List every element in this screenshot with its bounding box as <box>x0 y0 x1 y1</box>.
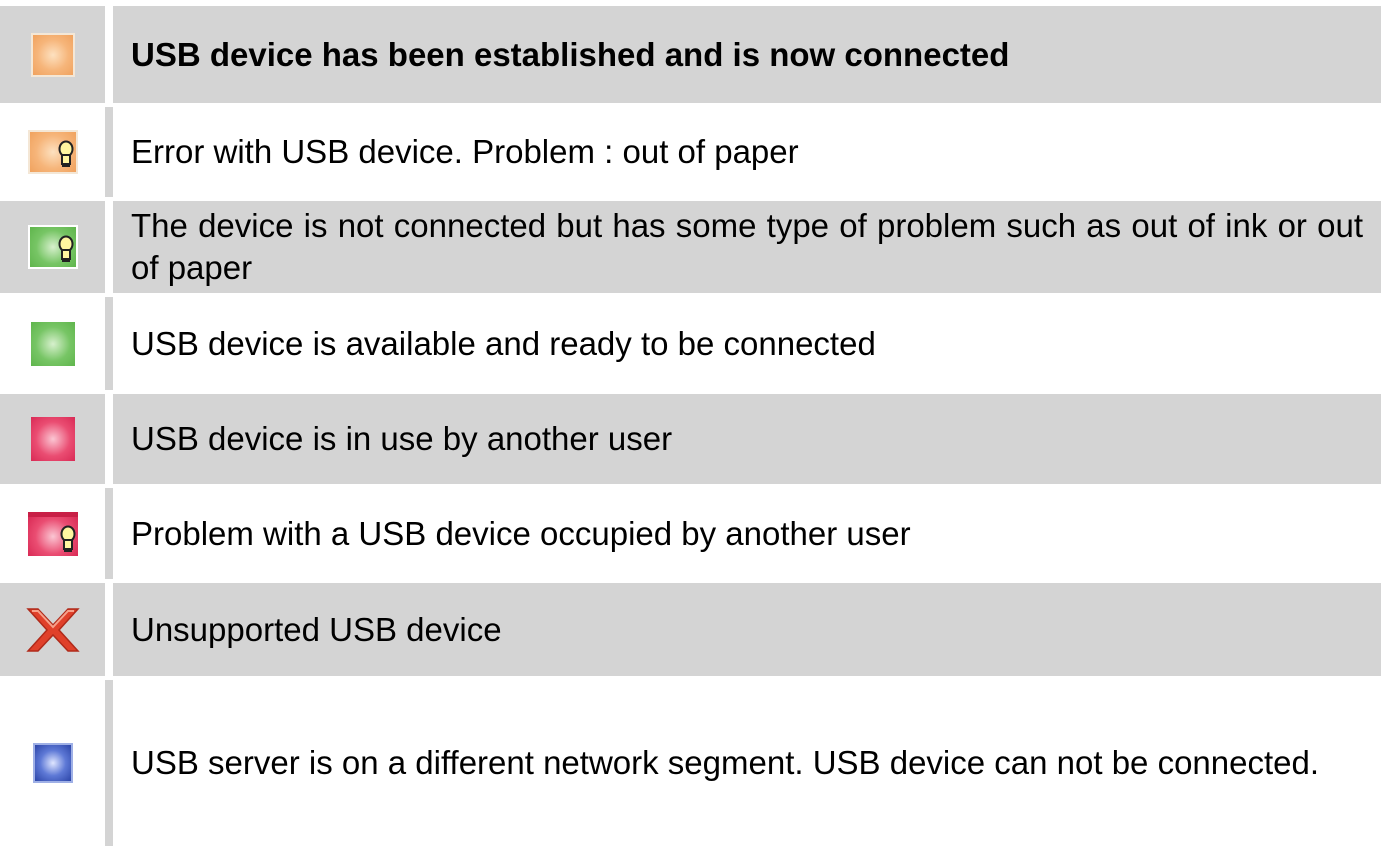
orange-error-bulb-icon <box>27 130 78 174</box>
bulb-icon <box>60 525 75 552</box>
legend-text: USB device is available and ready to be … <box>113 297 1381 390</box>
legend-label: USB device is in use by another user <box>131 420 673 457</box>
icon-cell <box>0 297 113 390</box>
legend-label: Problem with a USB device occupied by an… <box>131 514 911 552</box>
legend-text: The device is not connected but has some… <box>113 201 1381 293</box>
legend-label: USB device has been established and is n… <box>131 35 1010 73</box>
blue-segment-icon <box>32 743 73 783</box>
usb-status-legend: USB device has been established and is n… <box>0 0 1381 846</box>
legend-text: Problem with a USB device occupied by an… <box>113 488 1381 579</box>
legend-label: Unsupported USB device <box>131 610 502 648</box>
icon-cell <box>0 201 113 293</box>
bulb-icon <box>58 235 73 262</box>
icon-cell <box>0 107 113 197</box>
icon-cell <box>0 394 113 484</box>
icon-cell <box>0 488 113 579</box>
red-problem-bulb-icon <box>27 511 78 556</box>
legend-text: USB server is on a different network seg… <box>113 680 1381 846</box>
legend-label: The device is not connected but has some… <box>131 207 1363 286</box>
icon-cell <box>0 583 113 676</box>
legend-text: Error with USB device. Problem : out of … <box>113 107 1381 197</box>
green-problem-bulb-icon <box>27 225 78 269</box>
legend-text: USB device has been established and is n… <box>113 6 1381 103</box>
green-available-icon <box>30 321 75 366</box>
legend-text: USB device is in use by another user <box>113 394 1381 484</box>
legend-text: Unsupported USB device <box>113 583 1381 676</box>
orange-connected-icon <box>30 32 75 77</box>
icon-cell <box>0 6 113 103</box>
legend-label: USB server is on a different network seg… <box>131 744 1320 781</box>
bulb-icon <box>58 140 73 167</box>
legend-label: Error with USB device. Problem : out of … <box>131 133 799 170</box>
red-x-unsupported-icon <box>25 607 80 652</box>
legend-label: USB device is available and ready to be … <box>131 324 876 362</box>
red-in-use-icon <box>30 417 75 461</box>
icon-cell <box>0 680 113 846</box>
